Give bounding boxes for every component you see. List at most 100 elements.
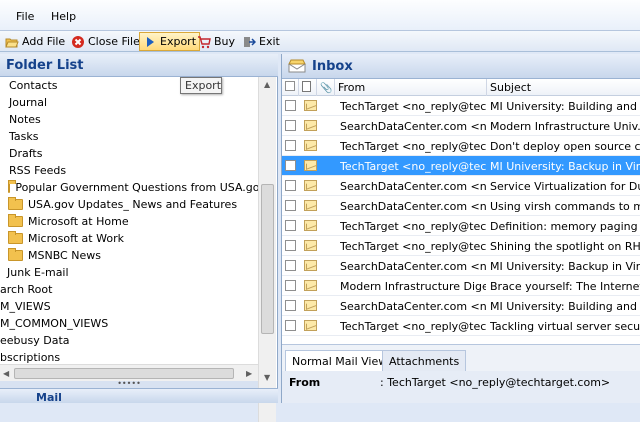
row-checkbox[interactable] <box>285 120 296 131</box>
mail-row[interactable]: TechTarget <no_reply@tech...Definition: … <box>282 216 640 236</box>
from-value: : TechTarget <no_reply@techtarget.com> <box>380 376 611 389</box>
page-column-header[interactable] <box>299 79 317 96</box>
mail-row[interactable]: SearchDataCenter.com <no_...Service Virt… <box>282 176 640 196</box>
row-checkbox[interactable] <box>285 280 296 291</box>
inbox-icon <box>288 59 306 73</box>
folder-item-notes[interactable]: Notes <box>9 111 258 128</box>
row-checkbox[interactable] <box>285 140 296 151</box>
folder-item-usa-gov-updates[interactable]: USA.gov Updates_ News and Features <box>8 196 258 213</box>
mail-list-header: 📎 From Subject <box>282 79 640 96</box>
folder-item-ms-work[interactable]: Microsoft at Work <box>8 230 258 247</box>
mail-row[interactable]: SearchDataCenter.com <no_...Using virsh … <box>282 196 640 216</box>
inbox-header: Inbox <box>282 54 640 79</box>
toolbar: Add File Close File Export Buy Exit <box>0 31 640 52</box>
row-checkbox[interactable] <box>285 160 296 171</box>
row-checkbox[interactable] <box>285 300 296 311</box>
close-red-icon <box>71 35 85 49</box>
attachment-column-header[interactable]: 📎 <box>317 79 335 96</box>
folder-item-tasks[interactable]: Tasks <box>9 128 258 145</box>
row-checkbox[interactable] <box>285 100 296 111</box>
folder-vertical-scrollbar[interactable]: ▲ ▼ <box>258 77 276 422</box>
folder-item-common-views[interactable]: M_COMMON_VIEWS <box>0 315 258 332</box>
mail-nav-bar[interactable]: Mail <box>0 388 278 404</box>
envelope-icon <box>304 200 317 211</box>
scroll-left-icon[interactable]: ◀ <box>3 369 9 378</box>
envelope-icon <box>304 160 317 171</box>
mail-row-selected[interactable]: TechTarget <no_reply@tech...MI Universit… <box>282 156 640 176</box>
envelope-icon <box>304 120 317 131</box>
row-checkbox[interactable] <box>285 320 296 331</box>
envelope-icon <box>304 100 317 111</box>
envelope-icon <box>304 260 317 271</box>
folder-item-search-root[interactable]: arch Root <box>0 281 258 298</box>
from-label: From <box>289 376 321 389</box>
tab-attachments[interactable]: Attachments <box>382 350 467 371</box>
envelope-icon <box>304 240 317 251</box>
tab-normal-mail-view[interactable]: Normal Mail View <box>285 350 395 371</box>
menu-file[interactable]: File <box>16 10 34 23</box>
scroll-thumb[interactable] <box>261 184 274 334</box>
row-checkbox[interactable] <box>285 240 296 251</box>
envelope-icon <box>304 220 317 231</box>
exit-door-icon <box>242 35 257 49</box>
folder-icon <box>8 180 18 193</box>
folder-item-journal[interactable]: Journal <box>9 94 258 111</box>
scroll-thumb[interactable] <box>14 368 234 379</box>
envelope-icon <box>304 280 317 291</box>
folder-item-rss-feeds[interactable]: RSS Feeds <box>9 162 258 179</box>
folder-icon <box>8 197 23 210</box>
scroll-right-icon[interactable]: ▶ <box>246 369 252 378</box>
envelope-icon <box>304 140 317 151</box>
mail-row[interactable]: SearchDataCenter.com <no_...Modern Infra… <box>282 116 640 136</box>
mail-row[interactable]: TechTarget <no_reply@tech...MI Universit… <box>282 96 640 116</box>
mail-row[interactable]: TechTarget <no_reply@tech...Tackling vir… <box>282 316 640 336</box>
open-folder-icon <box>5 35 19 49</box>
folder-item-junk[interactable]: Junk E-mail <box>7 264 258 281</box>
envelope-icon <box>304 300 317 311</box>
mail-row[interactable]: SearchDataCenter.com <no_...MI Universit… <box>282 296 640 316</box>
close-file-button[interactable]: Close File <box>68 32 143 51</box>
folder-item-drafts[interactable]: Drafts <box>9 145 258 162</box>
mail-list: TechTarget <no_reply@tech...MI Universit… <box>282 96 640 342</box>
folder-tree: Contacts Journal Notes Tasks Drafts RSS … <box>0 77 258 380</box>
subject-column-header[interactable]: Subject <box>487 79 640 96</box>
mail-nav-label: Mail <box>36 391 62 404</box>
row-checkbox[interactable] <box>285 220 296 231</box>
envelope-icon <box>304 180 317 191</box>
buy-button[interactable]: Buy <box>194 32 238 51</box>
folder-icon <box>8 231 23 244</box>
export-tooltip: Export <box>180 77 222 94</box>
preview-tabs: Normal Mail View Attachments <box>282 344 640 371</box>
add-file-button[interactable]: Add File <box>2 32 68 51</box>
exit-button[interactable]: Exit <box>239 32 283 51</box>
menu-help[interactable]: Help <box>51 10 76 23</box>
row-checkbox[interactable] <box>285 180 296 191</box>
menu-bar: File Help <box>0 0 640 31</box>
pane-splitter[interactable]: ••••• <box>0 380 258 388</box>
paperclip-icon: 📎 <box>320 83 333 94</box>
folder-item-ms-home[interactable]: Microsoft at Home <box>8 213 258 230</box>
from-column-header[interactable]: From <box>335 79 487 96</box>
folder-icon <box>8 214 23 227</box>
inbox-pane: Inbox 📎 From Subject TechTarget <no_repl… <box>281 54 640 403</box>
scroll-down-icon[interactable]: ▼ <box>264 373 270 382</box>
mail-row[interactable]: SearchDataCenter.com <no_...MI Universit… <box>282 256 640 276</box>
scroll-up-icon[interactable]: ▲ <box>264 80 270 89</box>
envelope-icon <box>304 320 317 331</box>
row-checkbox[interactable] <box>285 200 296 211</box>
play-arrow-icon <box>143 35 157 49</box>
mail-row[interactable]: TechTarget <no_reply@tech...Don't deploy… <box>282 136 640 156</box>
mail-row[interactable]: TechTarget <no_reply@tech...Shining the … <box>282 236 640 256</box>
folder-item-freebusy[interactable]: eebusy Data <box>0 332 258 349</box>
folder-item-msnbc[interactable]: MSNBC News <box>8 247 258 264</box>
folder-item-views[interactable]: M_VIEWS <box>0 298 258 315</box>
folder-item-popular-gov[interactable]: Popular Government Questions from USA.go… <box>8 179 258 196</box>
row-checkbox[interactable] <box>285 260 296 271</box>
document-icon <box>302 81 311 92</box>
export-button[interactable]: Export <box>139 32 201 51</box>
checkbox-column-header[interactable] <box>282 79 299 96</box>
folder-list-pane: Folder List Contacts Journal Notes Tasks… <box>0 54 278 422</box>
mail-row[interactable]: Modern Infrastructure Diges...Brace your… <box>282 276 640 296</box>
cart-icon <box>197 35 211 49</box>
inbox-title: Inbox <box>312 58 353 74</box>
